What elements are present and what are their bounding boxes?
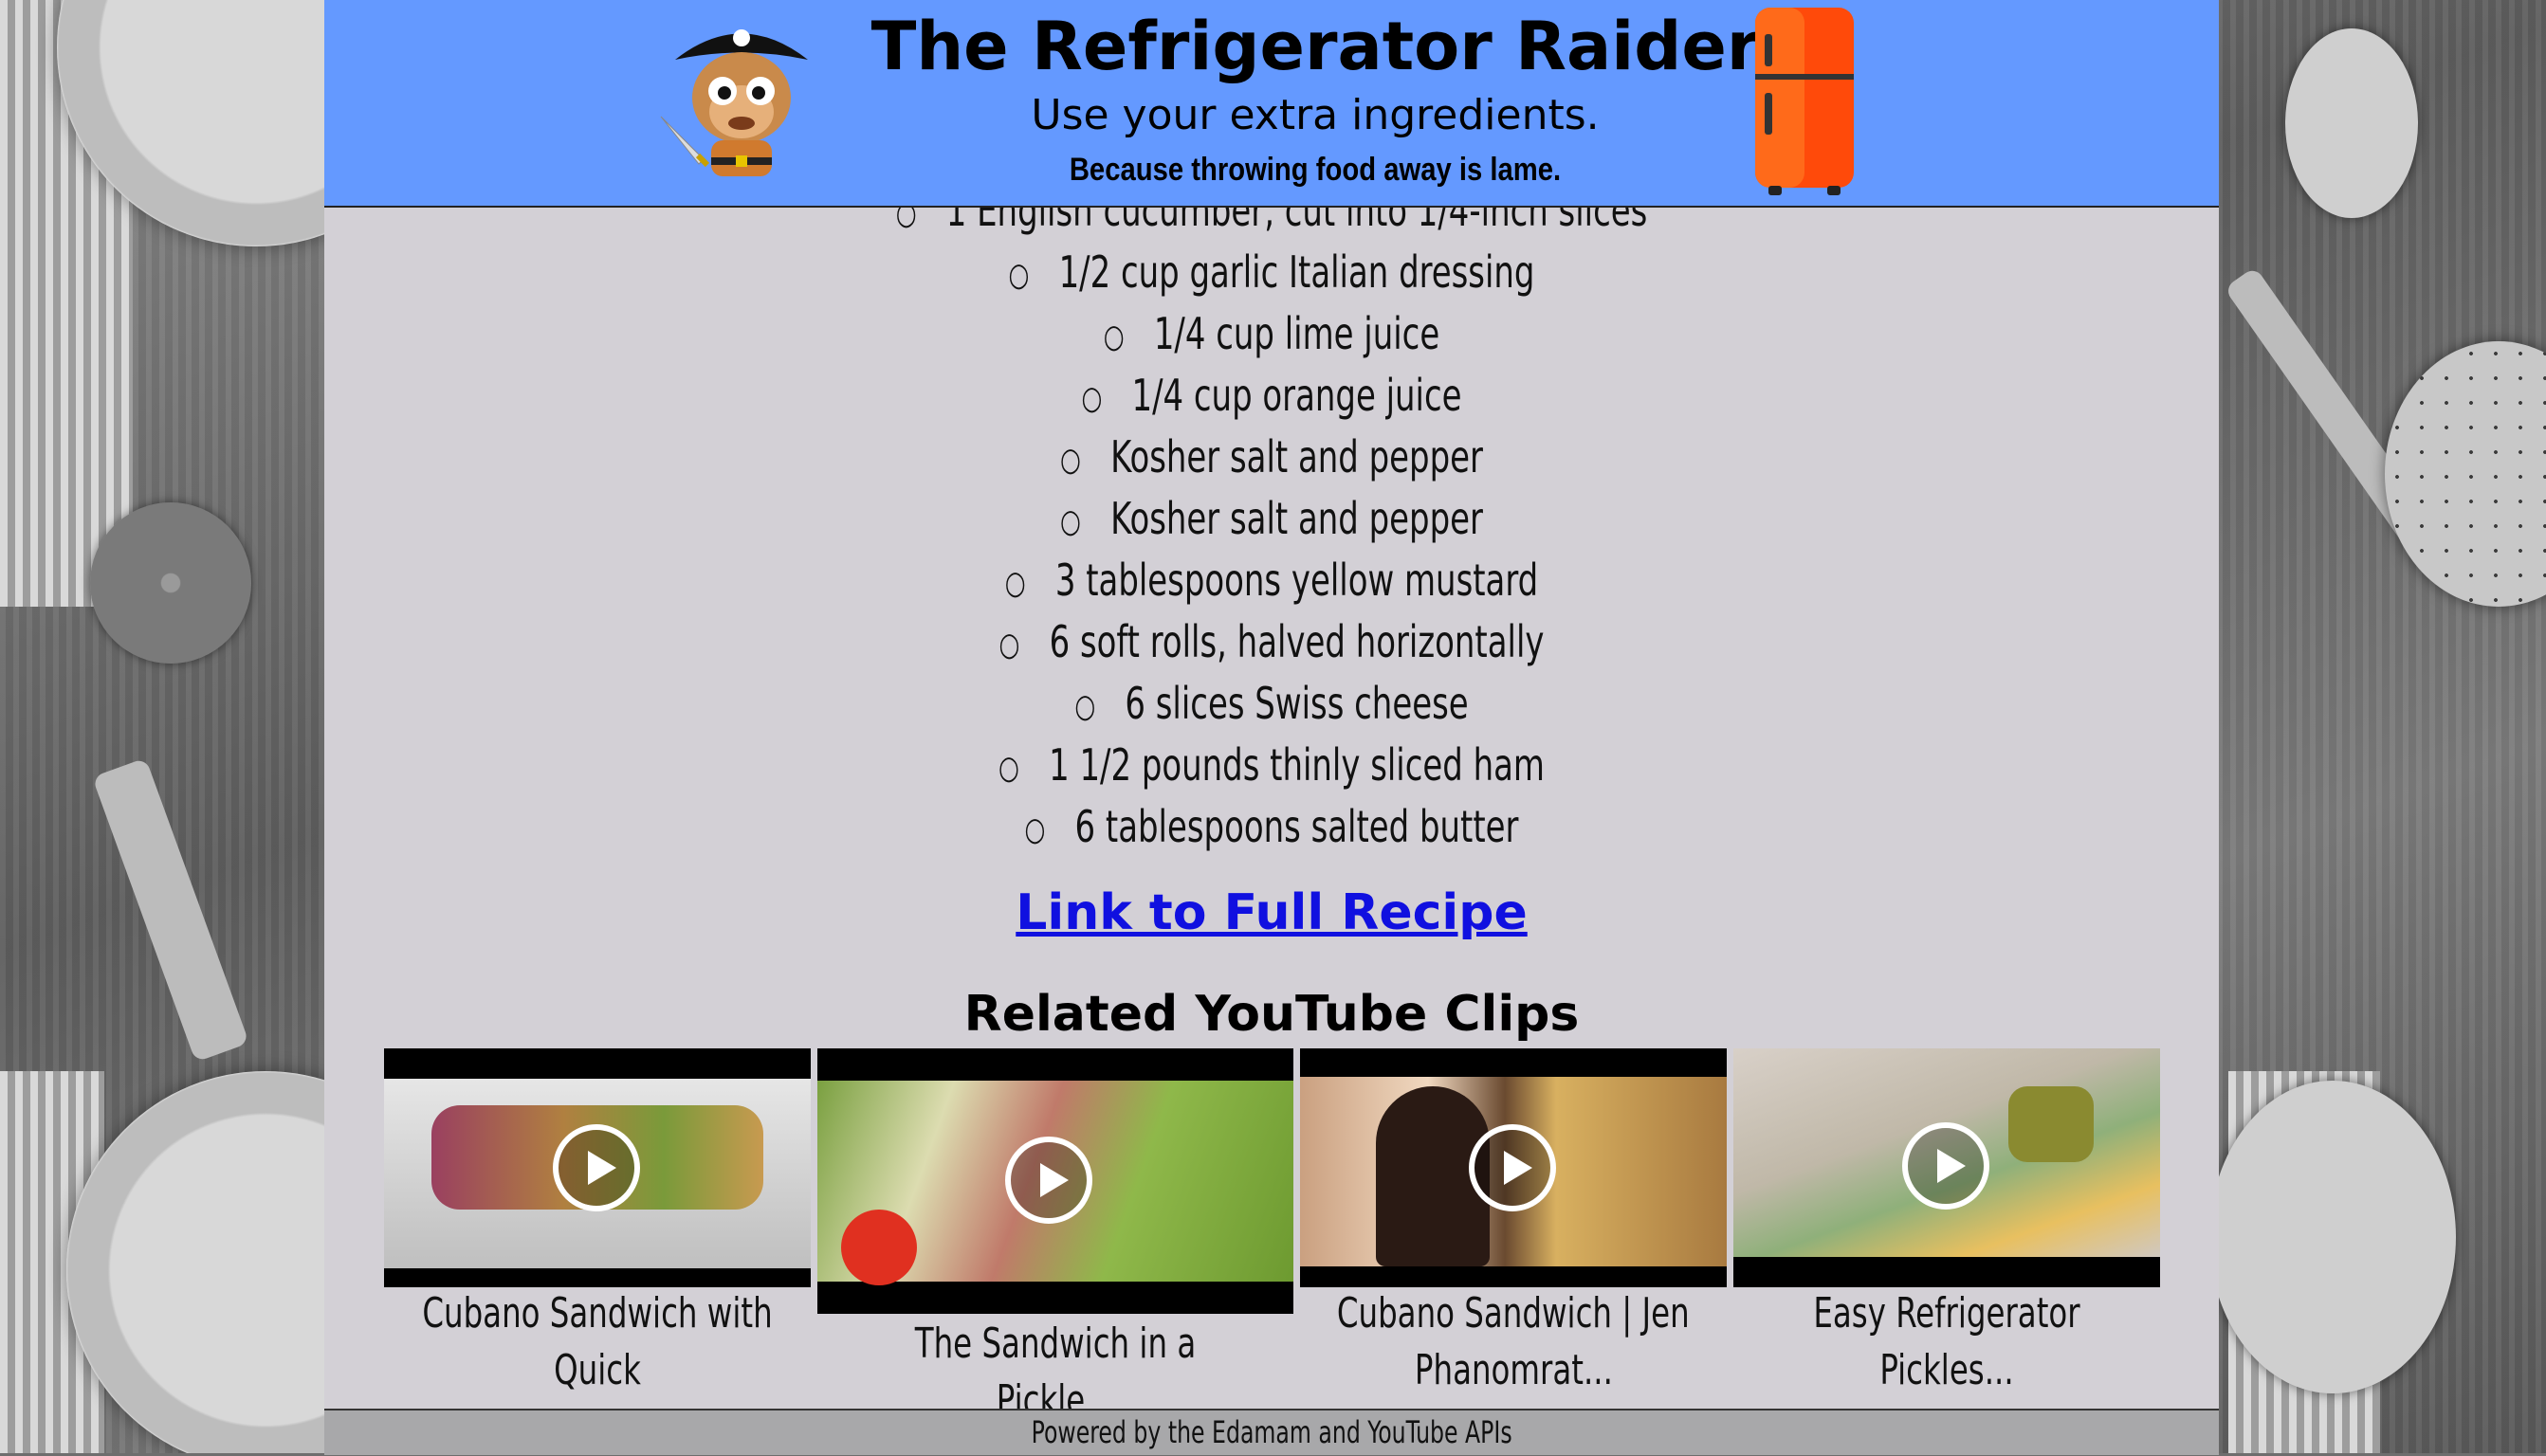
strainer-image [2385, 341, 2546, 607]
site-tagline: Because throwing food away is lame. [1069, 152, 1562, 188]
list-item: ○ 1 1/2 pounds thinly sliced ham [998, 739, 1545, 791]
list-item: ○ 6 soft rolls, halved horizontally [998, 616, 1545, 667]
list-item: ○ 1/4 cup lime juice [1103, 308, 1440, 359]
site-subtitle: Use your extra ingredients. [1031, 91, 1600, 139]
list-item: ○ 3 tablespoons yellow mustard [1004, 555, 1539, 606]
video-thumbnail[interactable] [1733, 1048, 2160, 1287]
list-item: ○ Kosher salt and pepper [1060, 431, 1483, 482]
video-title[interactable]: Cubano Sandwich | Jen Phanomrat... [1291, 1285, 1736, 1399]
full-recipe-link[interactable]: Link to Full Recipe [324, 884, 2219, 941]
video-card[interactable]: The Sandwich in a Pickle... [817, 1048, 1293, 1425]
list-item: ○ 1/2 cup garlic Italian dressing [1008, 246, 1535, 298]
site-header: The Refrigerator Raider Use your extra i… [324, 0, 2219, 208]
video-card[interactable]: Cubano Sandwich with QuickPickles... [384, 1048, 811, 1451]
video-card[interactable]: Easy Refrigerator Pickles... [1733, 1048, 2160, 1394]
list-item: ○ 1/4 cup orange juice [1081, 370, 1462, 421]
spoon-image [2209, 1081, 2456, 1393]
video-card[interactable]: Cubano Sandwich | Jen Phanomrat... [1300, 1048, 1727, 1409]
video-title[interactable]: Easy Refrigerator Pickles... [1724, 1285, 2170, 1399]
spoon-image [2285, 28, 2418, 218]
list-item: ○ Kosher salt and pepper [1060, 493, 1483, 544]
play-icon[interactable] [1469, 1124, 1556, 1211]
play-icon[interactable] [553, 1124, 640, 1211]
video-thumbnail[interactable] [817, 1048, 1293, 1314]
play-icon[interactable] [1005, 1137, 1092, 1224]
list-item: ○ 6 tablespoons salted butter [1024, 801, 1519, 852]
refrigerator-icon [1755, 8, 1854, 195]
list-item: ○ 6 slices Swiss cheese [1074, 678, 1469, 729]
grinder-plate-image [90, 502, 251, 664]
video-thumbnail[interactable] [1300, 1048, 1727, 1287]
pirate-mascot-icon [660, 29, 808, 176]
play-icon[interactable] [1902, 1122, 1989, 1210]
video-thumbnail[interactable] [384, 1048, 811, 1287]
ingredient-list: ○ 1 English cucumber, cut into 1/4-inch s… [324, 180, 2219, 858]
site-title: The Refrigerator Raider [870, 8, 1760, 85]
press-handle-image [92, 757, 249, 1063]
clips-heading: Related YouTube Clips [963, 986, 1580, 1043]
site-footer: Powered by the Edamam and YouTube APIs [324, 1409, 2219, 1455]
footer-text: Powered by the Edamam and YouTube APIs [1031, 1414, 1512, 1450]
